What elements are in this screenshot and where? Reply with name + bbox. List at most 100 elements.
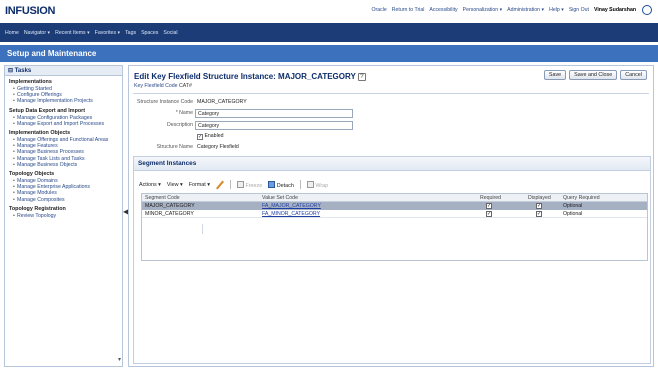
user-name: Vinay Sudarshan <box>594 7 636 13</box>
table-column-divider <box>202 224 203 234</box>
segment-instances-title: Segment Instances <box>134 157 650 171</box>
required-checkbox[interactable]: ✓ <box>486 211 492 217</box>
structure-name-value: Category Flexfield <box>197 144 239 150</box>
chevron-down-icon[interactable]: ▾ <box>118 356 121 363</box>
segments-table: Segment Code Value Set Code Required Dis… <box>141 193 648 261</box>
task-manage-composites[interactable]: Manage Composites <box>5 197 122 203</box>
global-header: INFUSION Oracle Return to Trial Accessib… <box>0 0 658 22</box>
freeze-icon <box>236 180 244 188</box>
cancel-button[interactable]: Cancel <box>620 70 647 80</box>
row-name: * Name <box>129 109 429 119</box>
segment-instances-section: Segment Instances Actions ▾ View ▾ Forma… <box>133 156 651 364</box>
page-title: Setup and Maintenance <box>0 45 658 62</box>
save-button[interactable]: Save <box>543 70 567 80</box>
tasks-panel-title: Tasks <box>14 68 32 74</box>
segment-code-cell: MINOR_CATEGORY <box>145 211 194 217</box>
value-set-link[interactable]: FA_MAJOR_CATEGORY <box>262 203 321 209</box>
description-label: Description <box>167 122 193 128</box>
edit-structure-instance-panel: Edit Key Flexfield Structure Instance: M… <box>128 65 654 367</box>
wrap-icon <box>306 180 314 188</box>
instance-code-value: MAJOR_CATEGORY <box>197 99 247 105</box>
row-enabled: ✓ Enabled <box>129 133 429 142</box>
link-accessibility[interactable]: Accessibility <box>429 7 457 13</box>
section-topology-objects: Topology Objects <box>9 171 55 178</box>
task-manage-implementation-projects[interactable]: Manage Implementation Projects <box>5 98 122 104</box>
tasks-panel-header[interactable]: ⊟ Tasks <box>5 66 122 76</box>
view-menu[interactable]: View ▾ <box>167 182 183 188</box>
flexfield-code-label: Key Flexfield Code <box>134 83 178 89</box>
menu-personalization[interactable]: Personalization ▾ <box>463 7 503 13</box>
toolbar-divider <box>299 180 301 189</box>
query-required-cell: Optional <box>563 203 583 209</box>
detach-button[interactable]: Detach <box>268 180 294 189</box>
section-implementations: Implementations <box>9 79 52 85</box>
nav-tags[interactable]: Tags <box>125 30 136 36</box>
link-sign-out[interactable]: Sign Out <box>569 7 589 13</box>
wrap-button[interactable]: Wrap <box>306 180 329 189</box>
editor-title: Edit Key Flexfield Structure Instance: M… <box>134 72 366 81</box>
global-links: Oracle Return to Trial Accessibility Per… <box>372 7 636 13</box>
query-required-cell: Optional <box>563 211 583 217</box>
section-implementation-objects: Implementation Objects <box>9 130 71 137</box>
edit-icon[interactable] <box>216 181 224 189</box>
nav-social[interactable]: Social <box>163 30 177 36</box>
displayed-checkbox[interactable]: ✓ <box>536 203 542 209</box>
section-setup-data-export-import: Setup Data Export and Import <box>9 107 86 114</box>
editor-actions: Save Save and Close Cancel <box>543 70 647 80</box>
table-row[interactable]: MAJOR_CATEGORY FA_MAJOR_CATEGORY ✓ ✓ Opt… <box>142 202 647 210</box>
freeze-label: Freeze <box>245 182 263 189</box>
col-segment-code[interactable]: Segment Code <box>145 195 180 201</box>
row-instance-code: Structure Instance Code MAJOR_CATEGORY <box>129 99 429 108</box>
nav-recent-items[interactable]: Recent Items ▾ <box>55 30 90 36</box>
help-icon[interactable]: ? <box>357 73 366 81</box>
format-menu[interactable]: Format ▾ <box>189 182 210 188</box>
task-review-topology[interactable]: Review Topology <box>5 213 122 219</box>
link-return-to-trial[interactable]: Return to Trial <box>392 7 425 13</box>
toolbar-divider <box>229 180 231 189</box>
wrap-label: Wrap <box>315 182 329 189</box>
nav-home[interactable]: Home <box>5 30 19 36</box>
task-manage-export-import-processes[interactable]: Manage Export and Import Processes <box>5 121 122 127</box>
col-displayed[interactable]: Displayed <box>528 195 551 201</box>
enabled-checkbox[interactable]: ✓ <box>197 134 203 140</box>
segment-code-cell: MAJOR_CATEGORY <box>145 203 195 209</box>
divider <box>133 93 649 94</box>
section-topology-registration: Topology Registration <box>9 205 66 212</box>
table-header: Segment Code Value Set Code Required Dis… <box>142 194 647 202</box>
link-oracle[interactable]: Oracle <box>372 7 387 13</box>
menu-administration[interactable]: Administration ▾ <box>507 7 544 13</box>
detach-label: Detach <box>276 182 294 189</box>
displayed-checkbox[interactable]: ✓ <box>536 211 542 217</box>
nav-favorites[interactable]: Favorites ▾ <box>95 30 120 36</box>
navigation-bar: Home Navigator ▾ Recent Items ▾ Favorite… <box>0 23 658 42</box>
flexfield-code: Key Flexfield Code CAT# <box>134 83 192 89</box>
structure-name-label: Structure Name <box>156 144 193 150</box>
value-set-link[interactable]: FA_MINOR_CATEGORY <box>262 211 320 217</box>
segments-toolbar: Actions ▾ View ▾ Format ▾ Freeze Detach … <box>139 178 647 191</box>
description-field[interactable] <box>195 121 353 130</box>
row-structure-name: Structure Name Category Flexfield <box>129 144 429 153</box>
nav-spaces[interactable]: Spaces <box>141 30 158 36</box>
col-required[interactable]: Required <box>480 195 501 201</box>
name-label: * Name <box>175 110 193 116</box>
search-icon[interactable] <box>642 5 652 15</box>
table-row[interactable]: MINOR_CATEGORY FA_MINOR_CATEGORY ✓ ✓ Opt… <box>142 210 647 218</box>
required-checkbox[interactable]: ✓ <box>486 203 492 209</box>
name-field[interactable] <box>195 109 353 118</box>
nav-navigator[interactable]: Navigator ▾ <box>24 30 50 36</box>
instance-code-label: Structure Instance Code <box>137 99 193 105</box>
app-logo: INFUSION <box>5 5 56 17</box>
menu-help[interactable]: Help ▾ <box>549 7 564 13</box>
flexfield-code-value: CAT# <box>179 83 192 89</box>
task-manage-business-objects[interactable]: Manage Business Objects <box>5 162 122 168</box>
col-value-set-code[interactable]: Value Set Code <box>262 195 298 201</box>
actions-menu[interactable]: Actions ▾ <box>139 182 161 188</box>
freeze-button[interactable]: Freeze <box>236 180 263 189</box>
enabled-control: ✓ Enabled <box>197 133 224 140</box>
enabled-label: Enabled <box>204 133 224 139</box>
tasks-panel: ⊟ Tasks Implementations Getting Started … <box>4 65 123 367</box>
col-query-required[interactable]: Query Required <box>563 195 600 201</box>
editor-title-text: Edit Key Flexfield Structure Instance: M… <box>134 72 356 81</box>
row-description: Description <box>129 121 429 131</box>
save-and-close-button[interactable]: Save and Close <box>569 70 618 80</box>
